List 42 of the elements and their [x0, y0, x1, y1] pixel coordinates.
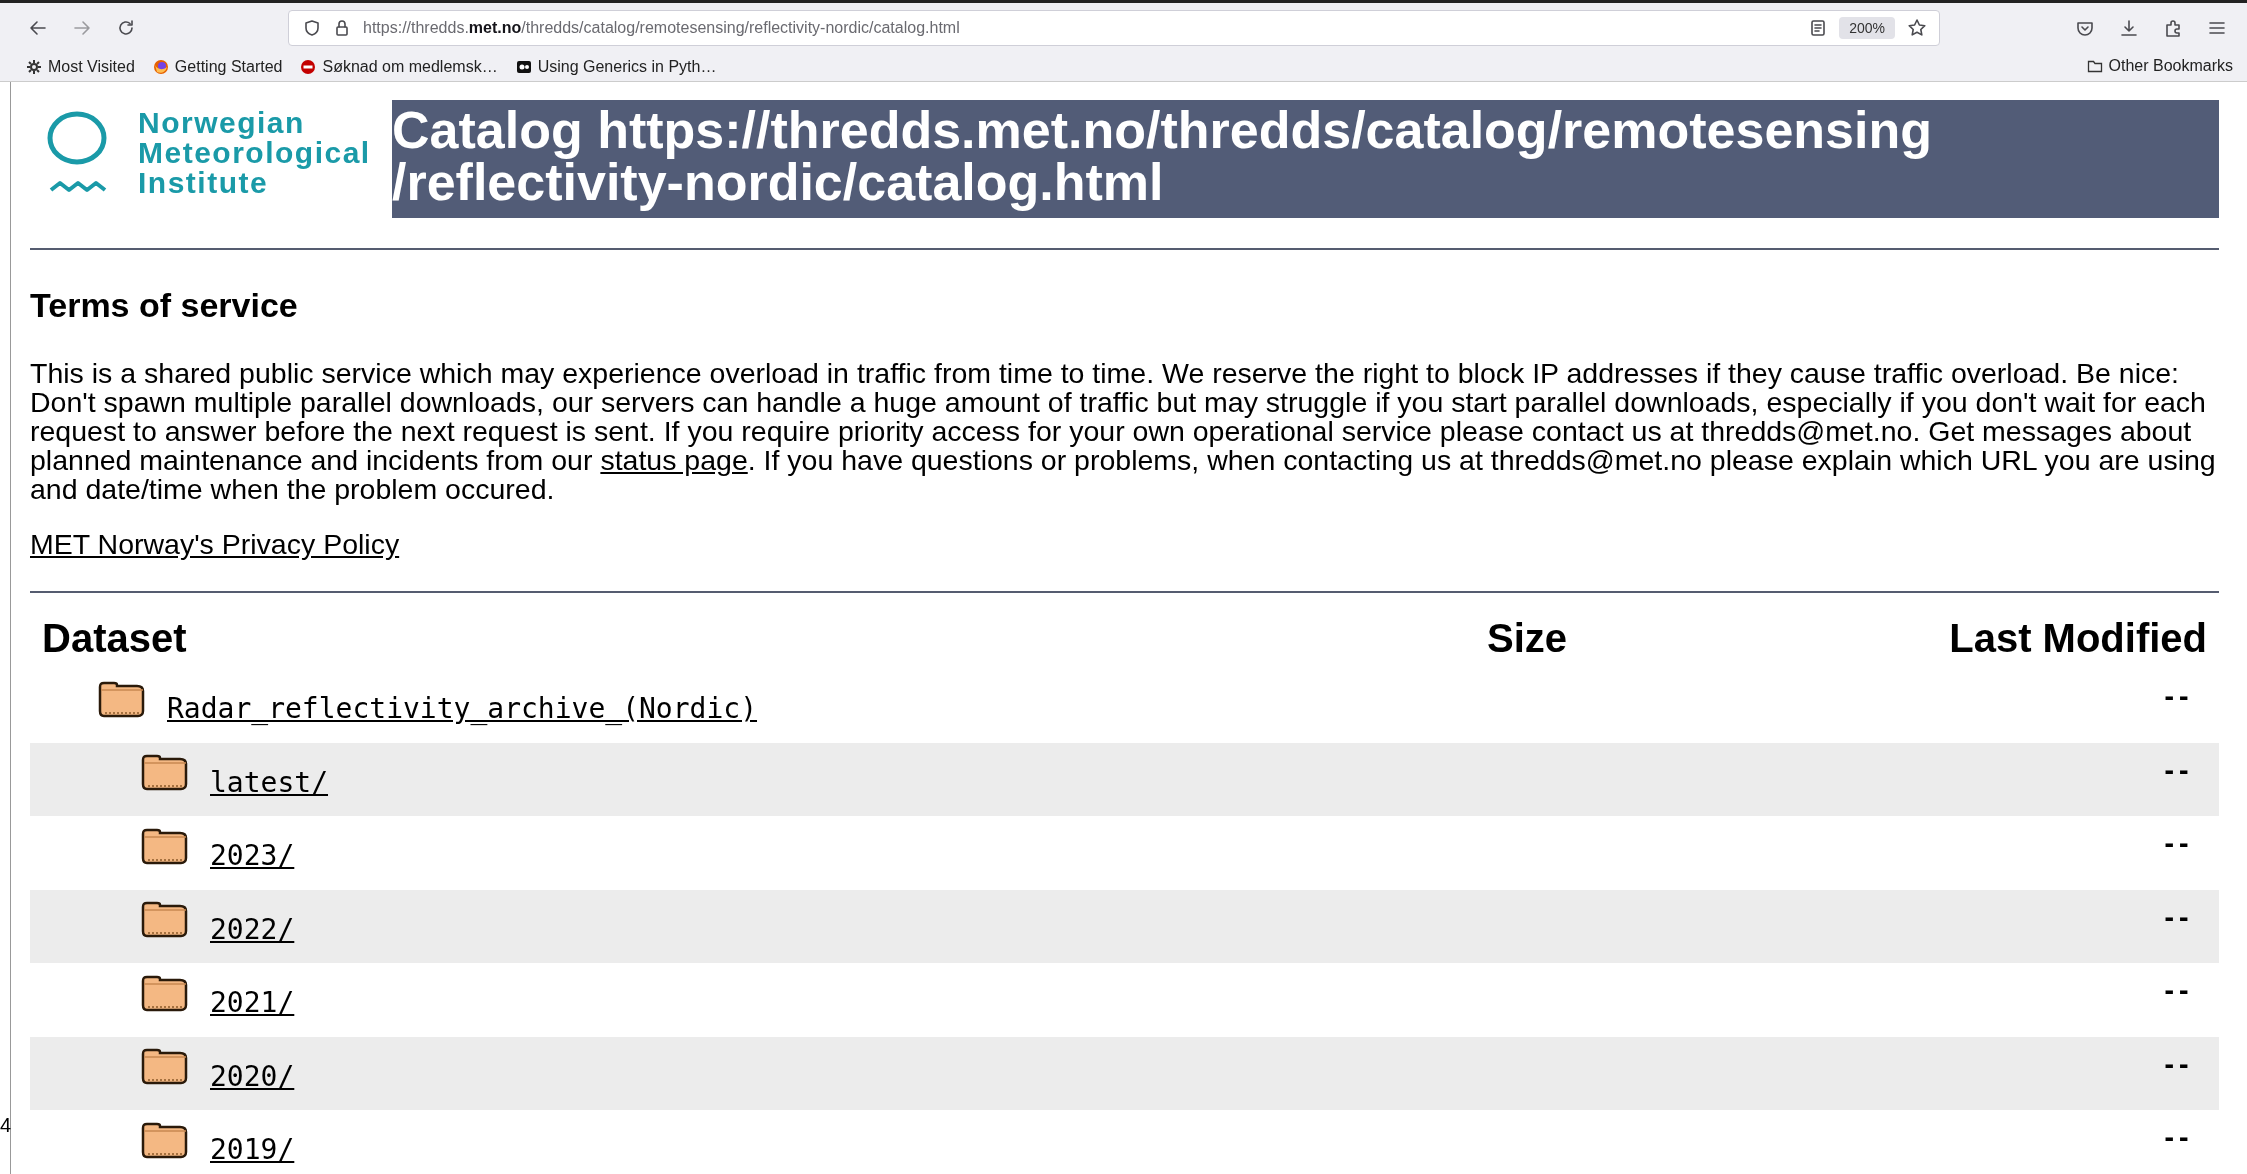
download-icon[interactable]	[2119, 18, 2139, 38]
edge-text: 4	[0, 1114, 12, 1137]
privacy-policy-link[interactable]: MET Norway's Privacy Policy	[30, 528, 400, 560]
folder-link[interactable]: Radar_reflectivity_archive_(Nordic)	[167, 692, 757, 726]
bookmark-item[interactable]: Using Generics in Pyth…	[515, 58, 717, 76]
table-cell-text: --	[2161, 1049, 2192, 1079]
extensions-icon[interactable]	[2163, 18, 2183, 38]
logo-text: Institute	[138, 168, 269, 198]
back-icon[interactable]	[28, 18, 48, 38]
address-bar[interactable]: https://thredds.met.no/thredds/catalog/remotesensing/reflectivity-nordic/catalog.html 200%	[288, 10, 1940, 46]
bookmark-folder[interactable]: Other Bookmarks	[2086, 56, 2233, 75]
shield-icon	[303, 19, 321, 37]
table-cell-text: --	[2161, 1123, 2192, 1152]
column-header: Size	[1485, 615, 1567, 661]
bookmark-item[interactable]: Most Visited	[26, 58, 135, 76]
folder-link[interactable]: latest/	[210, 765, 328, 799]
column-header: Last Modified	[1948, 615, 2207, 661]
folder-link[interactable]: 2019/	[210, 1133, 295, 1167]
section-heading: Terms of service	[30, 286, 299, 325]
bookmark-item[interactable]: Søknad om medlemsk…	[300, 58, 498, 76]
column-header: Dataset	[42, 615, 188, 661]
lock-icon	[333, 19, 351, 37]
folder-link[interactable]: 2023/	[210, 839, 295, 873]
reload-icon[interactable]	[116, 18, 136, 38]
page-title: Catalog https://thredds.met.no/thredds/catalog/remotesensing /reflectivity-nordic/catalog.html	[392, 100, 2219, 218]
table-cell-text: --	[2161, 829, 2192, 858]
url-text: https://thredds.met.no/thredds/catalog/remotesensing/reflectivity-nordic/catalog.html	[363, 19, 961, 37]
no-entry-icon	[300, 59, 317, 75]
folder-link[interactable]: 2020/	[210, 1059, 295, 1093]
table-cell-text: --	[2161, 976, 2192, 1005]
table-cell-text: --	[2161, 755, 2192, 785]
bookmark-item[interactable]: Getting Started	[152, 58, 283, 76]
zoom-level-button[interactable]: 200%	[1839, 17, 1895, 39]
reader-view-icon[interactable]	[1809, 19, 1828, 37]
terms-paragraph: This is a shared public service which may experience overload in traffic from time to time. We reserve the right to block IP addresses if they cause traffic overload. Be nice: Don't spawn multiple parallel downloads, our servers can handle a huge amount of traffic but may struggle if you start parallel downloads, especially if you don't wait for each request to answer before the next request is sent. If you require priority access for your own operational service please contact us at thredds@met.no. Get messages about planned maintenance and incidents from our status page. If you have questions or problems, when contacting us at thredds@met.no please explain which URL you are using and date/time when the problem occured.	[30, 359, 2217, 504]
gear-icon	[26, 59, 42, 75]
folder-link[interactable]: 2022/	[210, 912, 295, 946]
star-icon[interactable]	[1907, 18, 1927, 38]
folder-link[interactable]: 2021/	[210, 986, 295, 1020]
table-cell-text: --	[2161, 902, 2192, 932]
dots-icon	[515, 59, 532, 75]
table-cell-text: --	[2161, 682, 2192, 711]
